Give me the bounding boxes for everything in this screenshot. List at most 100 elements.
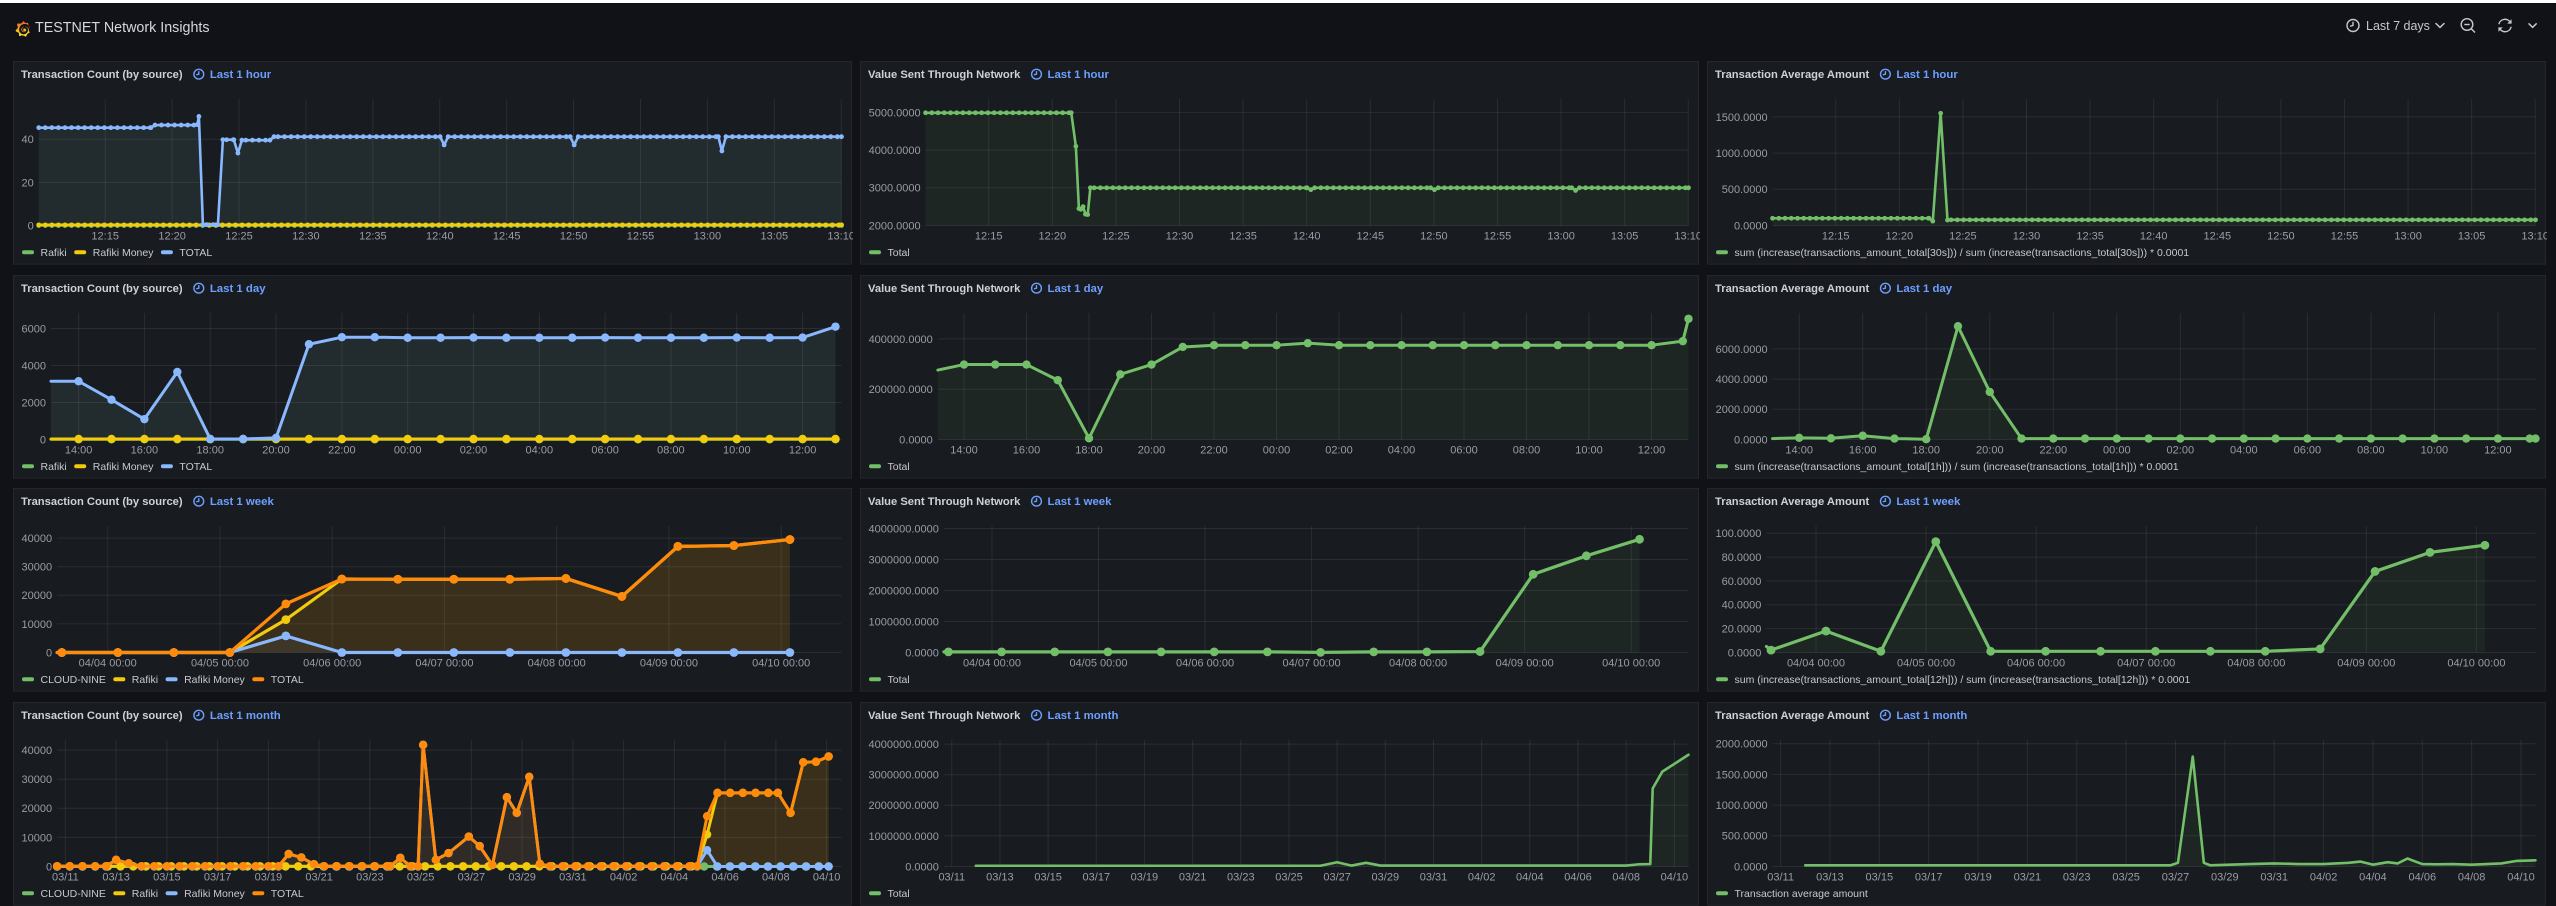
- svg-text:6000: 6000: [22, 323, 46, 335]
- svg-text:06:00: 06:00: [591, 445, 619, 457]
- svg-text:03/29: 03/29: [508, 872, 536, 884]
- svg-text:03/15: 03/15: [1866, 872, 1894, 884]
- svg-text:5000.0000: 5000.0000: [869, 107, 921, 119]
- svg-text:02:00: 02:00: [460, 445, 488, 457]
- svg-text:80.0000: 80.0000: [1722, 552, 1762, 564]
- svg-text:04/06: 04/06: [1564, 872, 1592, 884]
- svg-text:14:00: 14:00: [1785, 445, 1813, 457]
- svg-text:100.0000: 100.0000: [1716, 528, 1762, 540]
- svg-text:03/13: 03/13: [986, 872, 1014, 884]
- svg-text:12:25: 12:25: [225, 231, 253, 243]
- svg-text:6000.0000: 6000.0000: [1716, 344, 1768, 356]
- svg-text:13:10: 13:10: [827, 231, 853, 243]
- svg-text:04/08: 04/08: [1612, 872, 1640, 884]
- svg-text:04/07 00:00: 04/07 00:00: [415, 658, 473, 670]
- svg-text:13:05: 13:05: [761, 231, 789, 243]
- svg-text:30000: 30000: [22, 562, 53, 574]
- svg-text:03/27: 03/27: [2162, 872, 2190, 884]
- svg-text:Value Sent Through Network: Value Sent Through Network: [868, 283, 1021, 295]
- svg-text:Last 1 week: Last 1 week: [210, 496, 275, 508]
- svg-text:04/06 00:00: 04/06 00:00: [303, 658, 361, 670]
- svg-text:03/23: 03/23: [1227, 872, 1255, 884]
- svg-text:1500.0000: 1500.0000: [1716, 769, 1768, 781]
- svg-text:04/06 00:00: 04/06 00:00: [2007, 658, 2065, 670]
- svg-text:Rafiki Money: Rafiki Money: [184, 674, 245, 686]
- svg-text:Last 1 month: Last 1 month: [1048, 710, 1119, 722]
- svg-text:Value Sent Through Network: Value Sent Through Network: [868, 496, 1021, 508]
- svg-text:03/13: 03/13: [1816, 872, 1844, 884]
- svg-text:03/21: 03/21: [2014, 872, 2042, 884]
- svg-text:22:00: 22:00: [2040, 445, 2068, 457]
- svg-text:13:00: 13:00: [1547, 231, 1575, 243]
- svg-text:CLOUD-NINE: CLOUD-NINE: [41, 888, 106, 900]
- svg-text:04:00: 04:00: [526, 445, 554, 457]
- svg-text:Transaction Count (by source): Transaction Count (by source): [21, 710, 183, 722]
- svg-text:Last 1 day: Last 1 day: [210, 283, 266, 295]
- svg-text:12:35: 12:35: [1229, 231, 1257, 243]
- svg-text:Rafiki: Rafiki: [132, 674, 158, 686]
- svg-text:0.0000: 0.0000: [899, 434, 933, 446]
- svg-text:0.0000: 0.0000: [905, 861, 939, 873]
- svg-text:08:00: 08:00: [657, 445, 685, 457]
- svg-text:20000: 20000: [22, 803, 53, 815]
- svg-text:03/23: 03/23: [2063, 872, 2091, 884]
- svg-text:03/15: 03/15: [153, 872, 181, 884]
- svg-text:04/09 00:00: 04/09 00:00: [640, 658, 698, 670]
- svg-text:500.0000: 500.0000: [1722, 831, 1768, 843]
- svg-text:03/13: 03/13: [102, 872, 130, 884]
- svg-text:20:00: 20:00: [1976, 445, 2004, 457]
- svg-text:200000.0000: 200000.0000: [869, 384, 933, 396]
- svg-text:20000: 20000: [22, 590, 53, 602]
- svg-text:4000.0000: 4000.0000: [1716, 374, 1768, 386]
- svg-text:2000.0000: 2000.0000: [1716, 739, 1768, 751]
- svg-text:12:55: 12:55: [2331, 231, 2359, 243]
- svg-text:08:00: 08:00: [2357, 445, 2385, 457]
- svg-text:Transaction Count (by source): Transaction Count (by source): [21, 69, 183, 81]
- svg-text:06:00: 06:00: [1450, 445, 1478, 457]
- svg-text:03/11: 03/11: [1767, 872, 1794, 884]
- svg-text:0: 0: [46, 647, 52, 659]
- svg-text:Value Sent Through Network: Value Sent Through Network: [868, 69, 1021, 81]
- svg-text:03/31: 03/31: [1420, 872, 1448, 884]
- svg-text:04/08 00:00: 04/08 00:00: [2227, 658, 2285, 670]
- svg-text:14:00: 14:00: [950, 445, 978, 457]
- svg-text:04/06 00:00: 04/06 00:00: [1176, 658, 1234, 670]
- svg-text:Total: Total: [888, 247, 910, 259]
- svg-text:16:00: 16:00: [1849, 445, 1877, 457]
- svg-text:sum (increase(transactions_amo: sum (increase(transactions_amount_total[…: [1735, 674, 2191, 686]
- svg-text:13:10: 13:10: [1674, 231, 1700, 243]
- svg-text:12:20: 12:20: [1886, 231, 1914, 243]
- svg-text:03/17: 03/17: [1915, 872, 1943, 884]
- svg-text:04/04: 04/04: [661, 872, 689, 884]
- svg-text:04/04: 04/04: [2359, 872, 2387, 884]
- svg-text:04/06: 04/06: [711, 872, 739, 884]
- svg-text:12:45: 12:45: [2204, 231, 2232, 243]
- svg-text:TOTAL: TOTAL: [271, 674, 304, 686]
- svg-text:04/04 00:00: 04/04 00:00: [963, 658, 1021, 670]
- svg-text:02:00: 02:00: [1325, 445, 1353, 457]
- svg-text:14:00: 14:00: [65, 445, 93, 457]
- svg-text:20.0000: 20.0000: [1722, 624, 1762, 636]
- svg-text:sum (increase(transactions_amo: sum (increase(transactions_amount_total[…: [1735, 461, 2179, 473]
- svg-text:Last 1 month: Last 1 month: [210, 710, 281, 722]
- svg-text:04/02: 04/02: [1468, 872, 1496, 884]
- svg-text:00:00: 00:00: [394, 445, 422, 457]
- svg-text:2000000.0000: 2000000.0000: [869, 800, 939, 812]
- svg-text:03/31: 03/31: [2260, 872, 2288, 884]
- svg-text:04/09 00:00: 04/09 00:00: [1496, 658, 1554, 670]
- svg-text:20:00: 20:00: [1138, 445, 1166, 457]
- svg-text:0.0000: 0.0000: [1734, 220, 1768, 232]
- svg-text:CLOUD-NINE: CLOUD-NINE: [41, 674, 106, 686]
- svg-text:04/10: 04/10: [2507, 872, 2535, 884]
- svg-text:00:00: 00:00: [1263, 445, 1291, 457]
- svg-text:18:00: 18:00: [1075, 445, 1103, 457]
- svg-text:04/04: 04/04: [1516, 872, 1544, 884]
- svg-text:3000000.0000: 3000000.0000: [869, 554, 939, 566]
- svg-text:12:45: 12:45: [493, 231, 521, 243]
- svg-text:03/11: 03/11: [52, 872, 79, 884]
- svg-text:13:05: 13:05: [2458, 231, 2486, 243]
- svg-text:12:00: 12:00: [1638, 445, 1666, 457]
- svg-text:400000.0000: 400000.0000: [869, 334, 933, 346]
- svg-text:Last 1 month: Last 1 month: [1896, 710, 1967, 722]
- svg-text:4000: 4000: [22, 360, 46, 372]
